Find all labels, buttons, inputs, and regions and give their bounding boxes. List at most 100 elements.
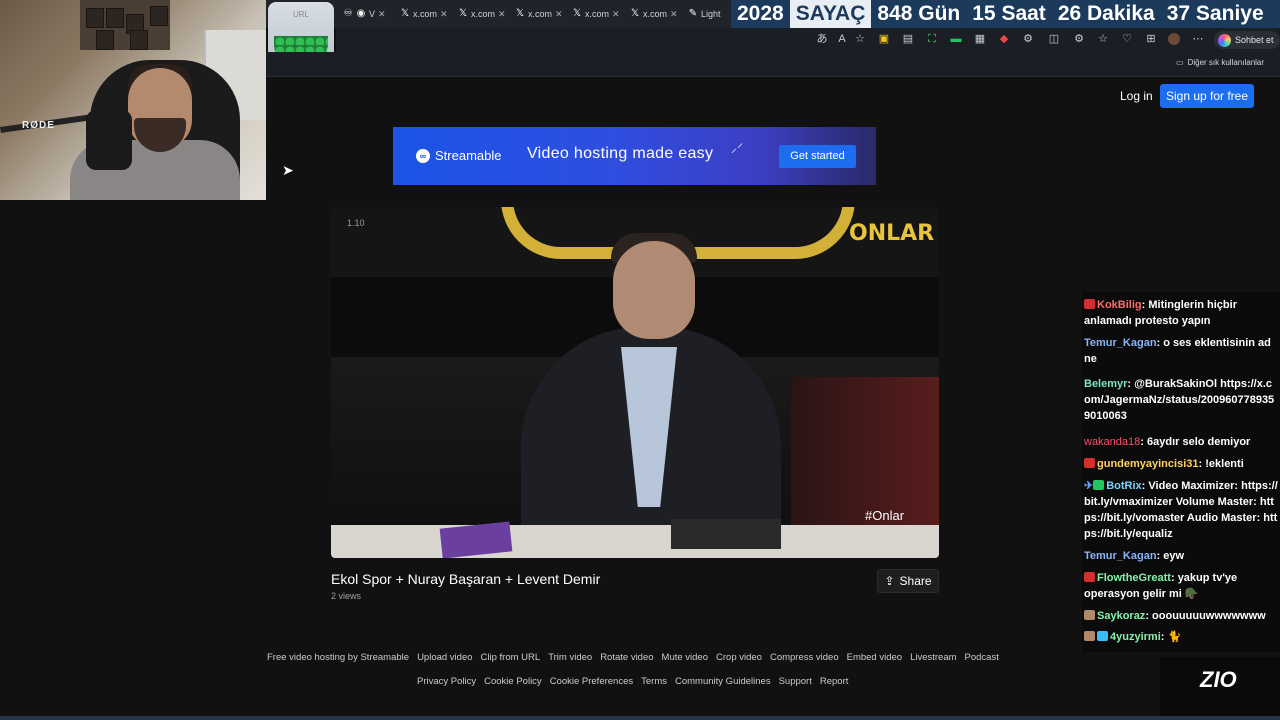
- footer-link[interactable]: Crop video: [716, 652, 762, 663]
- close-tab-icon[interactable]: ✕: [440, 9, 448, 20]
- collections-icon[interactable]: ⊞: [1145, 33, 1157, 45]
- counter-seconds: 37 Saniye: [1166, 2, 1264, 25]
- extension-icon[interactable]: ▬: [950, 33, 962, 45]
- tab-label: x.com: [528, 9, 553, 19]
- favorites-icon[interactable]: ☆: [1097, 33, 1109, 45]
- footer-link[interactable]: Privacy Policy: [417, 676, 476, 687]
- promo-banner[interactable]: ∞ Streamable Video hosting made easy ⸝⸍ G…: [393, 127, 876, 185]
- browser-tab[interactable]: ✎ Light: [688, 4, 721, 24]
- chat-username: KokBilig: [1097, 299, 1142, 311]
- share-button[interactable]: ⇪ Share: [877, 569, 939, 593]
- chat-username: FlowtheGreatt: [1097, 572, 1171, 584]
- extension-icon[interactable]: ◆: [998, 33, 1010, 45]
- banner-tagline: Video hosting made easy: [527, 145, 714, 162]
- footer-link[interactable]: Terms: [641, 676, 667, 687]
- favorite-star-icon[interactable]: ☆: [854, 33, 866, 45]
- user-badge-icon: [1084, 610, 1095, 620]
- chat-message: gundemyayincisi31: !eklenti: [1084, 456, 1278, 472]
- footer-link[interactable]: Podcast: [965, 652, 999, 663]
- footer-link[interactable]: Trim video: [548, 652, 592, 663]
- streamable-brand: Streamable: [435, 148, 502, 163]
- user-badge-icon: [1084, 631, 1095, 641]
- chat-message: Belemyr: @BurakSakinOl https://x.com/Jag…: [1084, 378, 1275, 422]
- video-hashtag: #Onlar: [865, 508, 905, 523]
- chat-username: Belemyr: [1084, 378, 1128, 390]
- close-tab-icon[interactable]: ✕: [612, 9, 620, 20]
- copilot-icon: [1218, 33, 1231, 47]
- counter-days: 848 Gün: [877, 2, 961, 25]
- other-favorites-folder[interactable]: ▭ Diğer sık kullanılanlar: [1176, 58, 1264, 67]
- footer-link[interactable]: Rotate video: [600, 652, 653, 663]
- url-widget-label: URL: [292, 10, 309, 19]
- streamable-logo: ∞ Streamable: [416, 148, 501, 163]
- browser-tab[interactable]: 𝕏x.com ✕: [400, 4, 448, 24]
- footer-link[interactable]: Upload video: [417, 652, 472, 663]
- browser-tab[interactable]: ♾ ◉ V ✕: [343, 4, 386, 24]
- profile-avatar[interactable]: [1168, 33, 1180, 45]
- footer-link[interactable]: Compress video: [770, 652, 839, 663]
- browser-essentials-icon[interactable]: ♡: [1121, 33, 1133, 45]
- chat-username: 4yuzyirmi: [1110, 631, 1161, 643]
- footer-link[interactable]: Livestream: [910, 652, 956, 663]
- close-tab-icon[interactable]: ✕: [498, 9, 506, 20]
- tab-label: x.com: [643, 9, 668, 19]
- login-link[interactable]: Log in: [1120, 89, 1153, 103]
- browser-tab[interactable]: 𝕏x.com ✕: [630, 4, 678, 24]
- close-tab-icon[interactable]: ✕: [378, 9, 386, 20]
- chat-text: 6aydır selo demiyor: [1147, 436, 1251, 448]
- footer-link[interactable]: Community Guidelines: [675, 676, 771, 687]
- browser-tab[interactable]: 𝕏x.com ✕: [515, 4, 563, 24]
- browser-tab[interactable]: 𝕏x.com ✕: [572, 4, 620, 24]
- chat-message: KokBilig: Mitinglerin hiçbir anlamadı pr…: [1084, 299, 1237, 327]
- tab-favicon-icon: ♾: [343, 8, 353, 19]
- counter-minutes: 26 Dakika: [1057, 2, 1155, 25]
- countdown-banner: 2028 SAYAÇ 848 Gün 15 Saat 26 Dakika 37 …: [731, 0, 1280, 28]
- channel-watermark: ONLAR: [849, 221, 935, 246]
- bottom-edge: [0, 716, 1280, 720]
- extension-icon[interactable]: ⛶: [926, 33, 938, 45]
- get-started-button[interactable]: Get started: [779, 145, 856, 168]
- extension-icon[interactable]: ▣: [878, 33, 890, 45]
- extension-icon[interactable]: ▤: [902, 33, 914, 45]
- browser-tab[interactable]: 𝕏x.com ✕: [458, 4, 506, 24]
- footer-link[interactable]: Report: [820, 676, 849, 687]
- sparkle-icon: ⸝⸍: [731, 141, 744, 155]
- read-aloud-icon[interactable]: A: [836, 33, 848, 45]
- other-favorites-label: Diğer sık kullanılanlar: [1187, 58, 1265, 67]
- chat-text: ooouuuuuwwwwwww: [1152, 610, 1266, 622]
- chat-message: Saykoraz: ooouuuuuwwwwwww: [1084, 608, 1278, 624]
- chat-text: eyw: [1163, 550, 1185, 562]
- share-icon: ⇪: [884, 574, 895, 588]
- extension-icon[interactable]: ▦: [974, 33, 986, 45]
- close-tab-icon[interactable]: ✕: [555, 9, 563, 20]
- video-title: Ekol Spor + Nuray Başaran + Levent Demir: [331, 571, 601, 587]
- chat-message: wakanda18: 6aydır selo demiyor: [1084, 436, 1251, 448]
- close-tab-icon[interactable]: ✕: [670, 9, 678, 20]
- footer-link[interactable]: Mute video: [662, 652, 708, 663]
- chat-message: Temur_Kagan: eyw: [1084, 550, 1185, 562]
- tab-label: x.com: [585, 9, 610, 19]
- split-screen-icon[interactable]: ◫: [1048, 33, 1060, 45]
- video-player[interactable]: ONLAR 1.10 #Onlar: [331, 207, 939, 558]
- chat-text: !eklenti: [1205, 458, 1244, 470]
- chat-message: 4yuzyirmi: 🐈: [1084, 629, 1278, 645]
- translate-icon[interactable]: あ: [816, 33, 828, 45]
- streamer-logo: ZIO: [1160, 657, 1280, 717]
- signup-button[interactable]: Sign up for free: [1160, 84, 1254, 108]
- more-menu-icon[interactable]: ⋯: [1192, 33, 1204, 45]
- extensions-puzzle-icon[interactable]: ⚙: [1022, 33, 1034, 45]
- copilot-chat-button[interactable]: Sohbet et: [1214, 31, 1280, 49]
- webcam-overlay: RØDE: [0, 0, 266, 200]
- footer-link[interactable]: Cookie Policy: [484, 676, 542, 687]
- x-logo-icon: 𝕏: [630, 8, 640, 19]
- settings-icon[interactable]: ⚙: [1073, 33, 1085, 45]
- gem-badge-icon: [1097, 631, 1108, 641]
- footer-link[interactable]: Cookie Preferences: [550, 676, 633, 687]
- footer-link[interactable]: Embed video: [847, 652, 902, 663]
- copilot-chat-label: Sohbet et: [1235, 35, 1274, 45]
- footer-link[interactable]: Free video hosting by Streamable: [267, 652, 409, 663]
- footer-link[interactable]: Support: [779, 676, 812, 687]
- chat-username: BotRix: [1106, 480, 1142, 492]
- footer-link[interactable]: Clip from URL: [481, 652, 541, 663]
- tab-label: x.com: [413, 9, 438, 19]
